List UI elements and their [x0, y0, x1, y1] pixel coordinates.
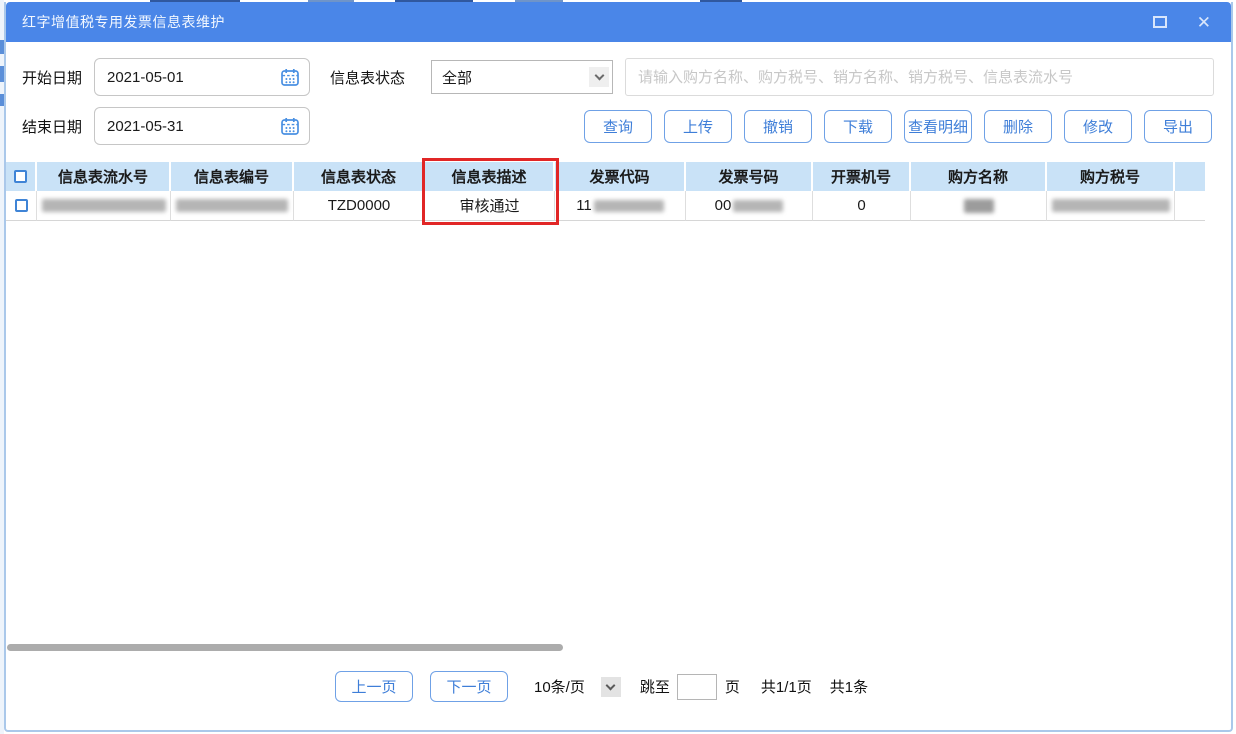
jump-to-label: 跳至: [640, 676, 670, 697]
total-count-text: 共1条: [830, 676, 868, 697]
cell-filler: [1175, 191, 1205, 221]
cell-buyer-name: [911, 191, 1047, 221]
column-header-invoice-code: 发票代码: [555, 162, 686, 191]
next-page-button[interactable]: 下一页: [430, 671, 508, 702]
status-label: 信息表状态: [330, 67, 405, 88]
column-header-filler: [1175, 162, 1205, 191]
status-select-value: 全部: [442, 67, 472, 88]
pagination-bar: 上一页 下一页 10条/页 跳至 页 共1/1页 共1条: [335, 671, 868, 702]
desktop-background: 红字增值税专用发票信息表维护 ✕ 开始日期: [0, 0, 1236, 734]
status-select[interactable]: 全部: [431, 60, 613, 94]
delete-button[interactable]: 删除: [984, 110, 1052, 143]
page-count-text: 共1/1页: [761, 676, 812, 697]
column-header-status: 信息表状态: [294, 162, 425, 191]
dialog-title: 红字增值税专用发票信息表维护: [22, 12, 225, 32]
table-row[interactable]: TZD0000 审核通过 11 00 0: [6, 191, 1231, 221]
prev-page-button[interactable]: 上一页: [335, 671, 413, 702]
page-size-value: 10条/页: [534, 676, 585, 697]
cell-serial: [37, 191, 171, 221]
dialog-red-invoice-info-maintenance: 红字增值税专用发票信息表维护 ✕ 开始日期: [4, 2, 1233, 732]
close-icon[interactable]: ✕: [1197, 14, 1211, 31]
end-date-label: 结束日期: [22, 116, 94, 137]
search-input[interactable]: [625, 58, 1214, 96]
dialog-titlebar: 红字增值税专用发票信息表维护 ✕: [6, 2, 1231, 42]
modify-button[interactable]: 修改: [1064, 110, 1132, 143]
download-button[interactable]: 下载: [824, 110, 892, 143]
start-date-input[interactable]: [107, 69, 280, 86]
query-button[interactable]: 查询: [584, 110, 652, 143]
end-date-field[interactable]: [94, 107, 310, 145]
column-header-buyer-tax-no: 购方税号: [1047, 162, 1175, 191]
select-all-checkbox[interactable]: [14, 170, 27, 183]
cell-form-no: [171, 191, 294, 221]
jump-page-suffix: 页: [725, 676, 740, 697]
info-table: 信息表流水号 信息表编号 信息表状态 信息表描述 发票代码 发票号码 开票机号 …: [6, 162, 1231, 221]
select-all-cell: [6, 162, 37, 191]
revoke-button[interactable]: 撤销: [744, 110, 812, 143]
cell-invoice-code: 11: [555, 191, 686, 221]
column-header-buyer-name: 购方名称: [911, 162, 1047, 191]
cell-buyer-tax-no: [1047, 191, 1175, 221]
horizontal-scrollbar-thumb[interactable]: [7, 644, 563, 651]
row-select-cell: [6, 191, 37, 221]
cell-machine-no: 0: [813, 191, 911, 221]
table-header-row: 信息表流水号 信息表编号 信息表状态 信息表描述 发票代码 发票号码 开票机号 …: [6, 162, 1231, 191]
column-header-form-no: 信息表编号: [171, 162, 294, 191]
cell-description: 审核通过: [425, 191, 555, 221]
cell-status: TZD0000: [294, 191, 425, 221]
row-checkbox[interactable]: [15, 199, 28, 212]
export-button[interactable]: 导出: [1144, 110, 1212, 143]
column-header-machine-no: 开票机号: [813, 162, 911, 191]
view-detail-button[interactable]: 查看明细: [904, 110, 972, 143]
column-header-description: 信息表描述: [425, 162, 555, 191]
maximize-icon[interactable]: [1153, 16, 1167, 28]
start-date-field[interactable]: [94, 58, 310, 96]
calendar-icon[interactable]: [280, 67, 300, 87]
end-date-input[interactable]: [107, 118, 280, 135]
page-size-chevron-down-icon[interactable]: [601, 677, 621, 697]
chevron-down-icon[interactable]: [589, 67, 609, 87]
start-date-label: 开始日期: [22, 67, 94, 88]
filter-panel: 开始日期 信息表状态: [6, 42, 1231, 145]
toolbar: 查询 上传 撤销 下载 查看明细 删除 修改 导出: [584, 110, 1212, 143]
horizontal-scrollbar: [6, 643, 1231, 652]
column-header-serial: 信息表流水号: [37, 162, 171, 191]
cell-invoice-no: 00: [686, 191, 813, 221]
upload-button[interactable]: 上传: [664, 110, 732, 143]
column-header-invoice-no: 发票号码: [686, 162, 813, 191]
jump-page-input[interactable]: [677, 674, 717, 700]
calendar-icon[interactable]: [280, 116, 300, 136]
